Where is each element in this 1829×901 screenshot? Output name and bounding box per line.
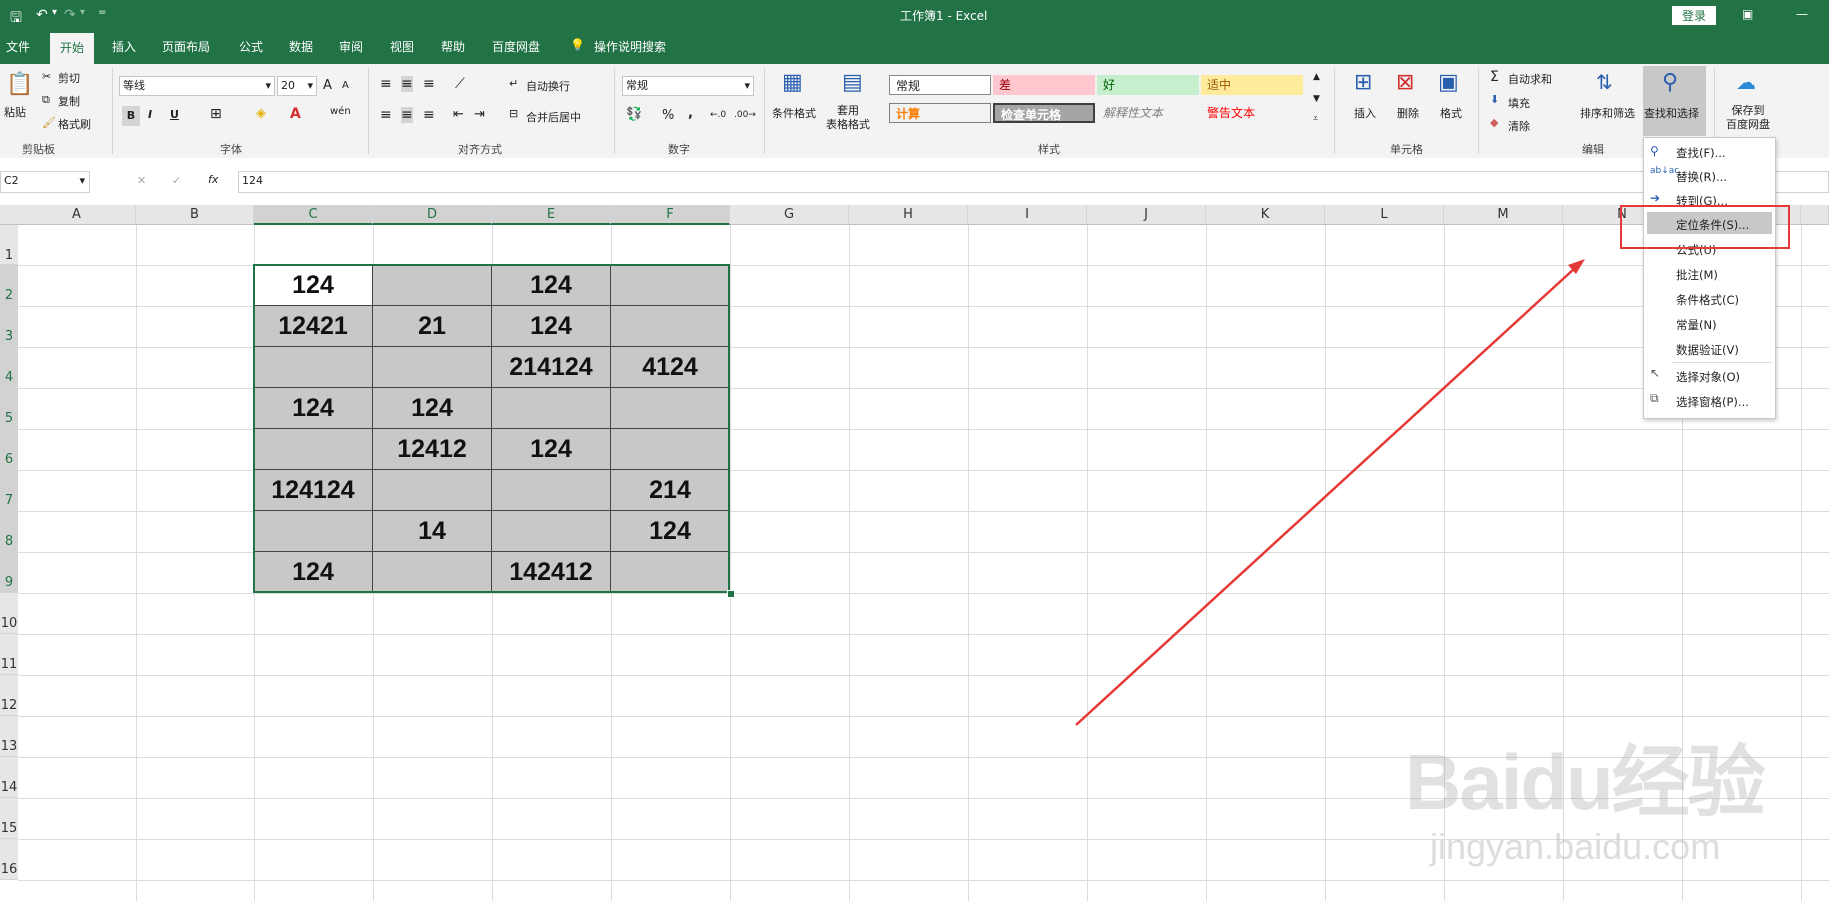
watermark-url: jingyan.baidu.com <box>1430 826 1721 867</box>
baidu-watermark: Baidu经验 <box>1405 738 1766 826</box>
arrow-shaft <box>1075 267 1576 726</box>
